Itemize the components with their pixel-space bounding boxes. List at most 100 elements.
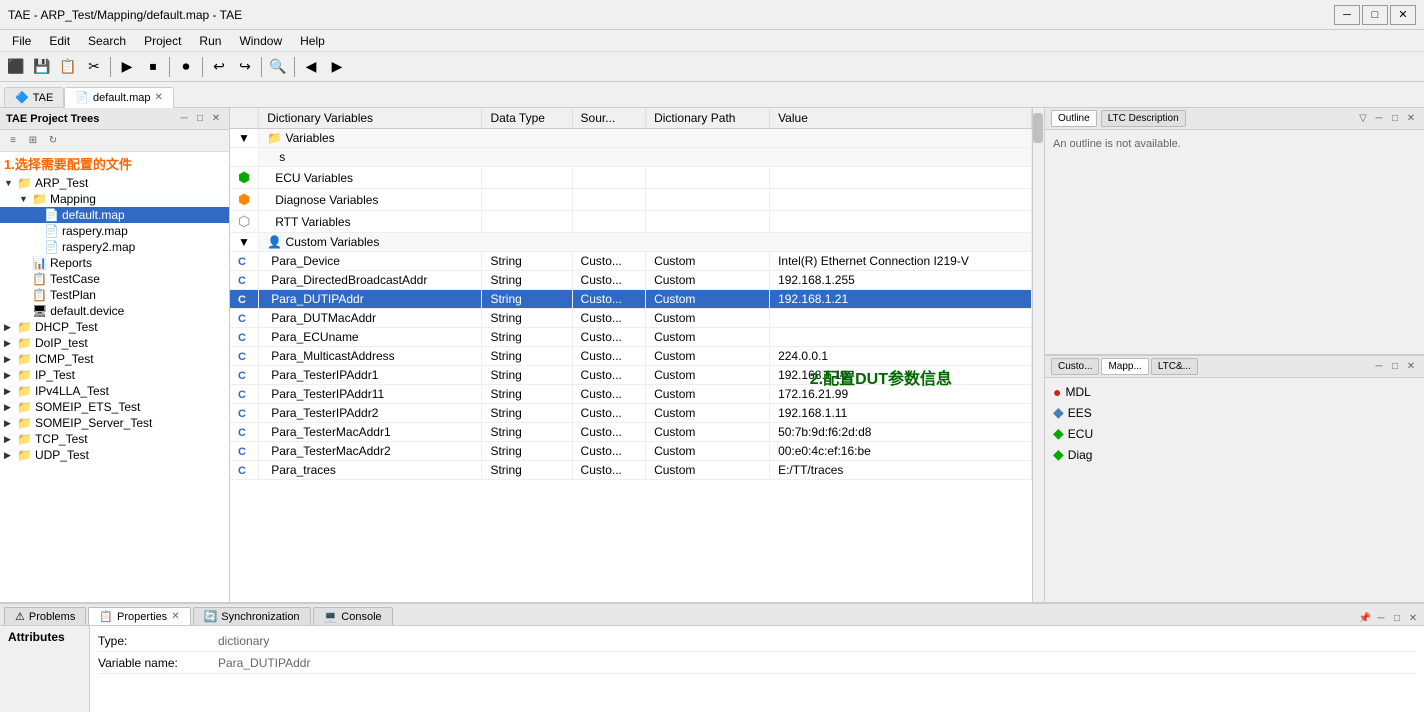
tab-properties-close[interactable]: ✕ bbox=[171, 611, 179, 622]
toolbar-btn-copy[interactable]: 📋 bbox=[56, 55, 80, 79]
tree-expand-btn[interactable]: ⊞ bbox=[24, 132, 42, 150]
table-container[interactable]: Dictionary Variables Data Type Sour... D… bbox=[230, 108, 1032, 602]
right-tree-minimize[interactable]: ─ bbox=[1372, 360, 1386, 374]
menu-edit[interactable]: Edit bbox=[41, 32, 78, 50]
menu-run[interactable]: Run bbox=[191, 32, 229, 50]
outline-maximize[interactable]: ─ bbox=[1372, 112, 1386, 126]
tab-synchronization[interactable]: 🔄 Synchronization bbox=[193, 607, 311, 625]
tree-item-testplan[interactable]: 📋 TestPlan bbox=[0, 287, 229, 303]
maximize-button[interactable]: □ bbox=[1362, 5, 1388, 25]
bottom-panel-maximize[interactable]: □ bbox=[1390, 611, 1404, 625]
right-tree-maximize[interactable]: □ bbox=[1388, 360, 1402, 374]
expand-arrow-dhcp[interactable]: ▶ bbox=[4, 322, 14, 333]
tree-item-raspery2[interactable]: 📄 raspery2.map bbox=[0, 239, 229, 255]
tab-ltc[interactable]: LTC&... bbox=[1151, 358, 1198, 375]
tree-refresh-btn[interactable]: ↻ bbox=[44, 132, 62, 150]
toolbar-btn-forward[interactable]: ▶ bbox=[325, 55, 349, 79]
tree-item-icmp[interactable]: ▶ 📁 ICMP_Test bbox=[0, 351, 229, 367]
tree-item-testcase[interactable]: 📋 TestCase bbox=[0, 271, 229, 287]
minimize-button[interactable]: ─ bbox=[1334, 5, 1360, 25]
expand-arrow-someip-server[interactable]: ▶ bbox=[4, 418, 14, 429]
toolbar-btn-back[interactable]: ◀ bbox=[299, 55, 323, 79]
tab-ltc-description[interactable]: LTC Description bbox=[1101, 110, 1186, 127]
right-tree-close[interactable]: ✕ bbox=[1404, 360, 1418, 374]
tree-item-someip-server[interactable]: ▶ 📁 SOMEIP_Server_Test bbox=[0, 415, 229, 431]
toolbar-btn-1[interactable]: ⬛ bbox=[4, 55, 28, 79]
expand-arrow-someip-ets[interactable]: ▶ bbox=[4, 402, 14, 413]
tree-item-tcp[interactable]: ▶ 📁 TCP_Test bbox=[0, 431, 229, 447]
outline-close[interactable]: □ bbox=[1388, 112, 1402, 126]
table-row[interactable]: C Para_TesterMacAddr1 String Custo... Cu… bbox=[230, 423, 1032, 442]
menu-search[interactable]: Search bbox=[80, 32, 134, 50]
close-button[interactable]: ✕ bbox=[1390, 5, 1416, 25]
toolbar-btn-redo[interactable]: ↪ bbox=[233, 55, 257, 79]
tree-item-someip-ets[interactable]: ▶ 📁 SOMEIP_ETS_Test bbox=[0, 399, 229, 415]
toolbar-btn-search[interactable]: 🔍 bbox=[266, 55, 290, 79]
outline-pin[interactable]: ✕ bbox=[1404, 112, 1418, 126]
rtree-item-mdl[interactable]: ● MDL bbox=[1049, 382, 1420, 402]
tab-tae[interactable]: 🔷 TAE bbox=[4, 87, 64, 107]
table-row[interactable]: C Para_TesterIPAddr1 String Custo... Cus… bbox=[230, 366, 1032, 385]
expand-arrow-arp[interactable]: ▼ bbox=[4, 178, 14, 188]
rtree-item-ecu[interactable]: ◆ ECU bbox=[1049, 423, 1420, 444]
table-row[interactable]: C Para_Device String Custo... Custom Int… bbox=[230, 252, 1032, 271]
rtree-item-diag[interactable]: ◆ Diag bbox=[1049, 444, 1420, 465]
tree-collapse-btn[interactable]: ≡ bbox=[4, 132, 22, 150]
menu-window[interactable]: Window bbox=[231, 32, 290, 50]
table-row[interactable]: s bbox=[230, 148, 1032, 167]
tab-mapping[interactable]: Mapp... bbox=[1101, 358, 1148, 375]
tab-properties[interactable]: 📋 Properties ✕ bbox=[88, 607, 190, 625]
table-row[interactable]: C Para_ECUname String Custo... Custom bbox=[230, 328, 1032, 347]
tree-item-arp-test[interactable]: ▼ 📁 ARP_Test bbox=[0, 175, 229, 191]
tab-map-close[interactable]: ✕ bbox=[154, 92, 162, 103]
expand-arrow-mapping[interactable]: ▼ bbox=[19, 194, 29, 204]
toolbar-btn-run[interactable]: ▶ bbox=[115, 55, 139, 79]
table-row[interactable]: C Para_DUTMacAddr String Custo... Custom bbox=[230, 309, 1032, 328]
bottom-panel-minimize[interactable]: ─ bbox=[1374, 611, 1388, 625]
toolbar-btn-stop[interactable]: ⏹ bbox=[141, 55, 165, 79]
table-row[interactable]: C Para_TesterIPAddr2 String Custo... Cus… bbox=[230, 404, 1032, 423]
outline-minimize[interactable]: ▽ bbox=[1356, 112, 1370, 126]
toolbar-btn-save[interactable]: 💾 bbox=[30, 55, 54, 79]
tree-item-ipv4lla[interactable]: ▶ 📁 IPv4LLA_Test bbox=[0, 383, 229, 399]
left-panel-close[interactable]: ✕ bbox=[209, 112, 223, 126]
bottom-panel-close[interactable]: ✕ bbox=[1406, 611, 1420, 625]
table-row[interactable]: ⬢ Diagnose Variables bbox=[230, 189, 1032, 211]
tab-custom[interactable]: Custo... bbox=[1051, 358, 1099, 375]
expand-arrow-udp[interactable]: ▶ bbox=[4, 450, 14, 461]
rtree-item-ees[interactable]: ◆ EES bbox=[1049, 402, 1420, 423]
table-row[interactable]: C Para_MulticastAddress String Custo... … bbox=[230, 347, 1032, 366]
row-expand-custom[interactable]: ▼ bbox=[230, 233, 259, 252]
tree-item-dhcp[interactable]: ▶ 📁 DHCP_Test bbox=[0, 319, 229, 335]
table-row[interactable]: C Para_DirectedBroadcastAddr String Cust… bbox=[230, 271, 1032, 290]
expand-arrow-icmp[interactable]: ▶ bbox=[4, 354, 14, 365]
table-row[interactable]: C Para_TesterMacAddr2 String Custo... Cu… bbox=[230, 442, 1032, 461]
menu-file[interactable]: File bbox=[4, 32, 39, 50]
bottom-panel-pin[interactable]: 📌 bbox=[1358, 611, 1372, 625]
left-panel-minimize[interactable]: ─ bbox=[177, 112, 191, 126]
tree-item-ip[interactable]: ▶ 📁 IP_Test bbox=[0, 367, 229, 383]
tree-item-doip[interactable]: ▶ 📁 DoIP_test bbox=[0, 335, 229, 351]
expand-arrow-doip[interactable]: ▶ bbox=[4, 338, 14, 349]
toolbar-btn-cut[interactable]: ✂ bbox=[82, 55, 106, 79]
table-row[interactable]: ⬡ RTT Variables bbox=[230, 211, 1032, 233]
table-row[interactable]: C Para_traces String Custo... Custom E:/… bbox=[230, 461, 1032, 480]
expand-arrow-tcp[interactable]: ▶ bbox=[4, 434, 14, 445]
vertical-scrollbar[interactable] bbox=[1032, 108, 1044, 602]
table-row[interactable]: ⬢ ECU Variables bbox=[230, 167, 1032, 189]
table-row[interactable]: ▼ 📁 Variables bbox=[230, 129, 1032, 148]
toolbar-btn-record[interactable]: ⏺ bbox=[174, 55, 198, 79]
left-panel-maximize[interactable]: □ bbox=[193, 112, 207, 126]
tree-item-mapping[interactable]: ▼ 📁 Mapping bbox=[0, 191, 229, 207]
table-row[interactable]: C Para_TesterIPAddr11 String Custo... Cu… bbox=[230, 385, 1032, 404]
expand-arrow-ip[interactable]: ▶ bbox=[4, 370, 14, 381]
tree-item-raspery[interactable]: 📄 raspery.map bbox=[0, 223, 229, 239]
menu-help[interactable]: Help bbox=[292, 32, 333, 50]
scroll-thumb[interactable] bbox=[1033, 113, 1043, 143]
row-expand-variables[interactable]: ▼ bbox=[230, 129, 259, 148]
menu-project[interactable]: Project bbox=[136, 32, 189, 50]
row-expand-s[interactable] bbox=[230, 148, 259, 167]
toolbar-btn-undo[interactable]: ↩ bbox=[207, 55, 231, 79]
tab-outline[interactable]: Outline bbox=[1051, 110, 1097, 127]
tab-console[interactable]: 💻 Console bbox=[313, 607, 393, 625]
